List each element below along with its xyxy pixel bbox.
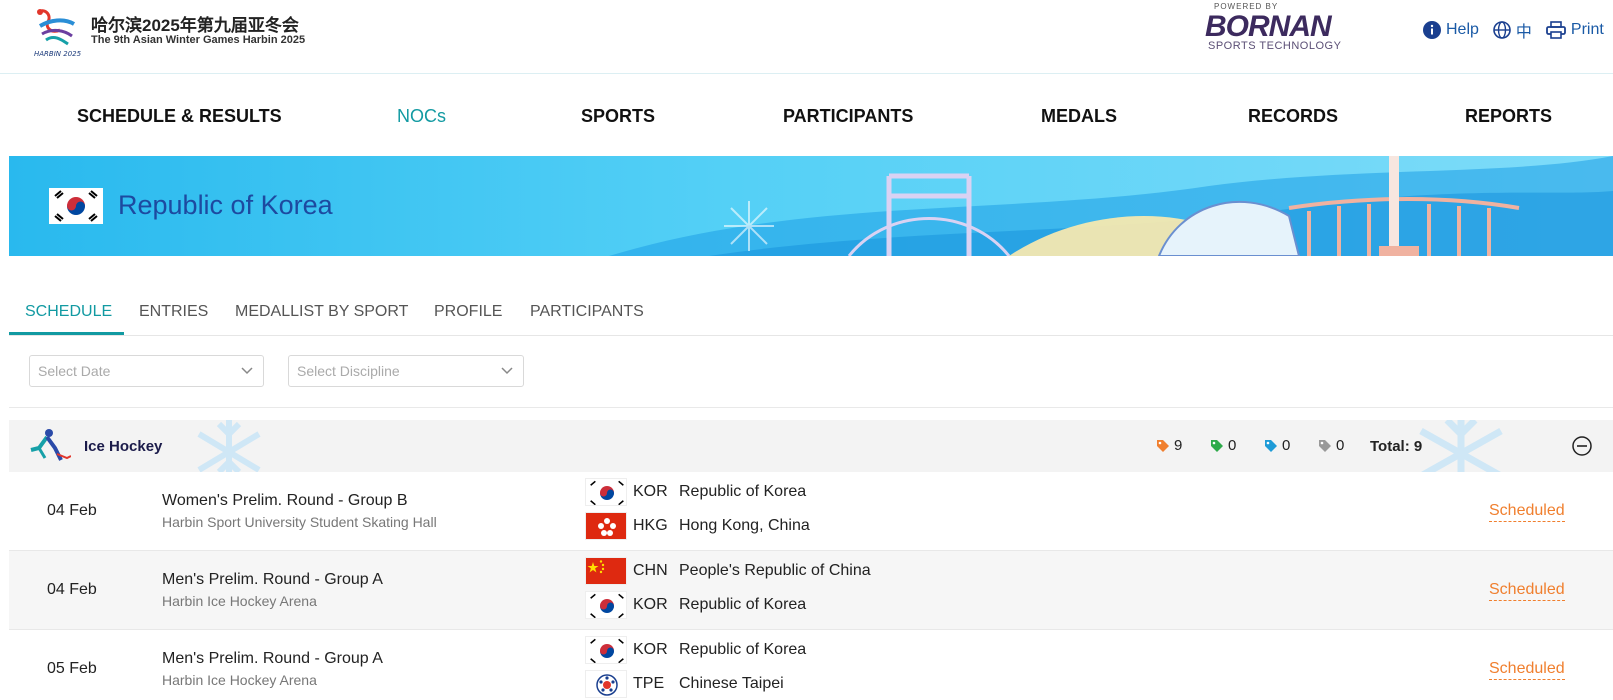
team-code: HKG [633,517,668,534]
event-date: 04 Feb [47,581,97,598]
count-tag-4: 0 [1318,437,1344,454]
team-name[interactable]: Republic of Korea [679,596,806,614]
team-code: TPE [633,675,665,692]
kor-flag-icon [585,636,627,664]
tag-icon [1319,439,1331,452]
info-icon [1423,21,1441,39]
tab-profile[interactable]: PROFILE [434,303,502,321]
team-entry: TPE Chinese Taipei [585,670,784,698]
event-venue: Harbin Ice Hockey Arena [162,593,317,609]
team-entry: KOR Republic of Korea [585,478,806,506]
team-code: KOR [633,596,668,613]
kor-flag-icon [585,478,627,506]
noc-banner: Republic of Korea [9,156,1613,256]
event-name[interactable]: Men's Prelim. Round - Group A [162,650,383,668]
event-name[interactable]: Women's Prelim. Round - Group B [162,492,408,510]
kor-flag-icon [585,591,627,619]
top-header: HARBIN 2025 哈尔滨2025年第九届亚冬会 The 9th Asian… [0,0,1613,74]
tab-schedule[interactable]: SCHEDULE [25,303,112,321]
brand-title-cn: 哈尔滨2025年第九届亚冬会 [91,16,299,35]
snowflake-decoration-icon [197,420,261,472]
hkg-flag-icon [585,512,627,540]
event-date: 04 Feb [47,502,97,519]
tab-medallist-by-sport[interactable]: MEDALLIST BY SPORT [235,303,408,321]
collapse-minus-icon[interactable] [1572,436,1592,456]
main-navigation: SCHEDULE & RESULTS NOCs SPORTS PARTICIPA… [0,74,1613,156]
team-name[interactable]: Chinese Taipei [679,675,784,693]
count-tag-3: 0 [1264,437,1290,454]
date-select[interactable]: Select Date [29,355,264,387]
ice-hockey-icon [30,429,71,461]
divider [9,407,1613,408]
svg-text:HARBIN 2025: HARBIN 2025 [34,50,82,58]
noc-title: Republic of Korea [118,190,333,220]
schedule-row[interactable]: 04 Feb Men's Prelim. Round - Group A Har… [9,551,1613,630]
tab-participants[interactable]: PARTICIPANTS [530,303,644,321]
brand-title-en: The 9th Asian Winter Games Harbin 2025 [91,34,306,46]
discipline-select[interactable]: Select Discipline [288,355,524,387]
team-name[interactable]: Hong Kong, China [679,517,810,535]
team-entry: KOR Republic of Korea [585,591,806,619]
team-code: KOR [633,641,668,658]
team-entry: KOR Republic of Korea [585,636,806,664]
event-venue: Harbin Sport University Student Skating … [162,514,437,530]
team-code: KOR [633,483,668,500]
harbin-2025-logo[interactable]: HARBIN 2025 [30,4,82,64]
nav-reports[interactable]: REPORTS [1465,106,1552,127]
schedule-row[interactable]: 05 Feb Men's Prelim. Round - Group A Har… [9,630,1613,700]
tag-icon [1211,439,1223,452]
language-link[interactable]: 中 [1493,18,1532,42]
team-code: CHN [633,562,668,579]
nav-schedule-results[interactable]: SCHEDULE & RESULTS [77,106,282,127]
kor-flag-icon [49,188,103,224]
nav-participants[interactable]: PARTICIPANTS [783,106,913,127]
help-link[interactable]: Help [1423,21,1479,39]
count-tag-1: 9 [1156,437,1182,454]
tag-icon [1157,439,1169,452]
active-tab-indicator [9,332,124,335]
tab-entries[interactable]: ENTRIES [139,303,208,321]
schedule-row[interactable]: 04 Feb Women's Prelim. Round - Group B H… [9,472,1613,551]
print-link[interactable]: Print [1546,21,1604,39]
sport-group-header[interactable]: Ice Hockey 9 0 0 0 Total: 9 [9,420,1613,472]
chevron-down-icon [241,367,253,375]
team-entry: HKG Hong Kong, China [585,512,810,540]
chn-flag-icon [585,557,627,585]
count-tag-2: 0 [1210,437,1236,454]
printer-icon [1546,21,1566,39]
chevron-down-icon [501,367,513,375]
tag-icon [1265,439,1277,452]
noc-tabs: SCHEDULE ENTRIES MEDALLIST BY SPORT PROF… [9,295,1613,336]
utility-links: Help 中 Print [1423,18,1612,42]
team-name[interactable]: Republic of Korea [679,641,806,659]
nav-medals[interactable]: MEDALS [1041,106,1117,127]
status-badge[interactable]: Scheduled [1489,502,1565,522]
nav-sports[interactable]: SPORTS [581,106,655,127]
sponsor-subtitle: SPORTS TECHNOLOGY [1208,40,1342,52]
sponsor-logo: BORNAN [1205,10,1332,43]
tpe-flag-icon [585,670,627,698]
event-name[interactable]: Men's Prelim. Round - Group A [162,571,383,589]
globe-icon [1493,21,1511,39]
event-venue: Harbin Ice Hockey Arena [162,672,317,688]
status-badge[interactable]: Scheduled [1489,581,1565,601]
event-date: 05 Feb [47,660,97,677]
status-badge[interactable]: Scheduled [1489,660,1565,680]
sport-name: Ice Hockey [84,438,163,455]
total-count: Total: 9 [1370,438,1423,455]
nav-nocs[interactable]: NOCs [397,106,446,127]
nav-records[interactable]: RECORDS [1248,106,1338,127]
team-name[interactable]: People's Republic of China [679,562,871,580]
team-name[interactable]: Republic of Korea [679,483,806,501]
team-entry: CHN People's Republic of China [585,557,871,585]
